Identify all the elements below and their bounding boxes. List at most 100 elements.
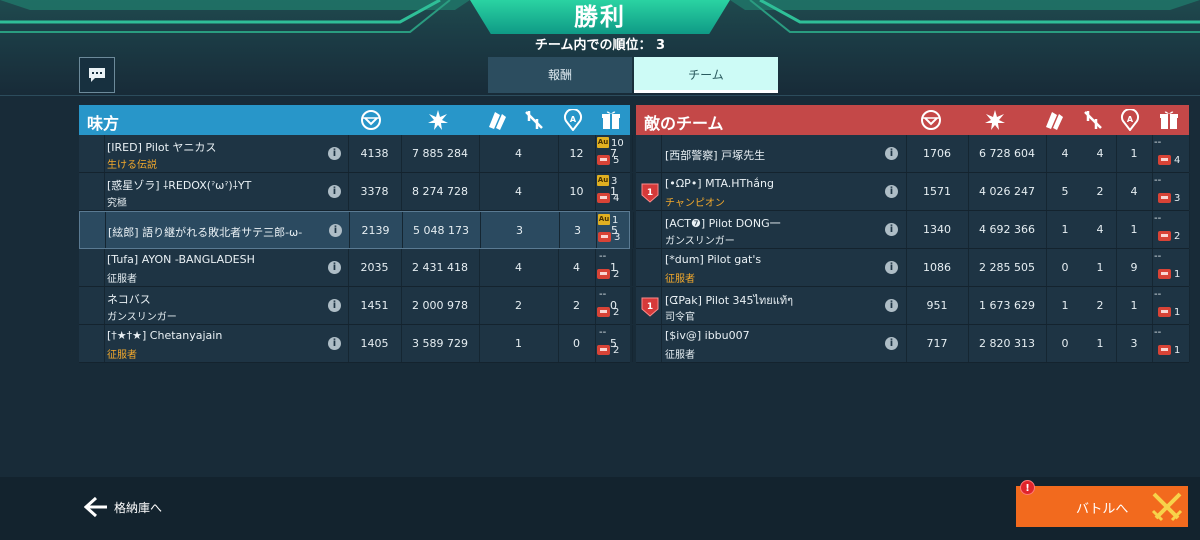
player-row[interactable]: [絃郎] 語り継がれる敗北者サテ三郎-ω-i 2139 5 048 173 3 3 5 Au… xyxy=(79,211,671,249)
reward-top: Au 10 xyxy=(597,137,624,149)
column-divider xyxy=(632,287,633,324)
player-row[interactable]: [†★†★] Chetanyajain 征服者 i 1405 3 589 729 1 0 5-… xyxy=(79,325,670,363)
reward-key-value: 5 xyxy=(613,155,620,166)
player-row[interactable]: [$iv@] ibbu007 征服者 i 717 2 820 313 0 1 3 -- 1 xyxy=(636,325,1190,363)
back-to-hangar-label: 格納庫へ xyxy=(114,500,163,515)
enemy-team-header: 敵のチーム A xyxy=(636,105,1189,135)
stat-captures: 3 xyxy=(1130,337,1138,350)
info-icon[interactable]: i xyxy=(328,299,341,312)
assists-icon xyxy=(1082,109,1104,131)
header: 勝利 チーム内での順位： 3 報酬 チーム xyxy=(0,0,1200,96)
reward-bottom: 1 xyxy=(1158,345,1180,356)
player-row[interactable]: ネコバス ガンスリンガー i 1451 2 000 978 2 2 0 -- 2 xyxy=(79,287,670,325)
player-row[interactable]: [*dum] Pilot gat's 征服者 i 1086 2 285 505 0 1 9 --… xyxy=(636,249,1190,287)
column-divider xyxy=(104,325,105,362)
column-divider xyxy=(104,135,105,172)
player-title: 征服者 xyxy=(107,274,137,285)
arrow-left-icon xyxy=(84,496,107,518)
info-icon[interactable]: i xyxy=(329,224,342,237)
player-row[interactable]: [西部警察] 戸塚先生 i 1706 6 728 604 4 4 1 -- 4 xyxy=(636,135,1190,173)
reward-top: Au 3 xyxy=(597,175,617,187)
player-title: 究極 xyxy=(107,198,127,209)
stat-rating: 1340 xyxy=(923,223,951,236)
stat-damage: 3 589 729 xyxy=(412,337,468,350)
stat-assists: 4 xyxy=(1096,223,1104,236)
column-divider xyxy=(1152,211,1153,248)
column-divider xyxy=(104,287,105,324)
stat-kills: 5 xyxy=(1061,185,1069,198)
column-divider xyxy=(104,173,105,210)
stat-rating: 4138 xyxy=(360,147,389,160)
stat-assists: 2 xyxy=(1096,299,1104,312)
reward-gold-value: -- xyxy=(1154,327,1162,338)
ally-team-header: 味方 A xyxy=(79,105,630,135)
stat-captures: 1 xyxy=(1130,147,1138,160)
stat-damage: 8 274 728 xyxy=(412,185,468,198)
player-row[interactable]: 1 [ᗧPak] Pilot 345ไทยแท้ๆ 司令官 i 951 1 673 629… xyxy=(636,287,1190,325)
player-row[interactable]: [ACT❼] Pilot DONG一 ガンスリンガー i 1340 4 692 366 1… xyxy=(636,211,1190,249)
column-divider xyxy=(104,249,105,286)
gold-icon: Au xyxy=(597,137,609,148)
info-icon[interactable]: i xyxy=(885,185,898,198)
ally-team-panel: 味方 A [IRED] Pilot ヤニカス 生ける伝説 i 4138 7 885 28… xyxy=(79,105,671,363)
tab-team[interactable]: チーム xyxy=(634,57,778,93)
enemy-team-panel: 敵のチーム A [西部警察] 戸塚先生 i 1706 6 728 604 4 4 1 -- 4 1… xyxy=(636,105,1190,363)
reward-gold-value: -- xyxy=(599,327,607,338)
reward-bottom: 2 xyxy=(597,307,619,318)
info-icon[interactable]: i xyxy=(885,337,898,350)
chat-button[interactable] xyxy=(79,57,115,93)
player-row[interactable]: [IRED] Pilot ヤニカス 生ける伝説 i 4138 7 885 284 4 12 7… xyxy=(79,135,670,173)
stat-kills: 4 xyxy=(515,185,522,198)
player-row[interactable]: [Tufa] AYON -BANGLADESH 征服者 i 2035 2 431 418… xyxy=(79,249,670,287)
info-icon[interactable]: i xyxy=(885,147,898,160)
gift-icon xyxy=(1158,109,1180,131)
to-battle-button[interactable]: バトルへ xyxy=(1016,486,1188,527)
reward-bottom: 4 xyxy=(1158,155,1180,166)
reward-bottom: 5 xyxy=(597,155,619,166)
capture-icon: A xyxy=(1119,109,1141,131)
reward-top: -- xyxy=(1154,289,1161,300)
stat-damage: 4 692 366 xyxy=(979,223,1035,236)
player-name: ネコバス xyxy=(107,293,151,306)
enemy-player-list: [西部警察] 戸塚先生 i 1706 6 728 604 4 4 1 -- 4 1 [•ΩP•] M… xyxy=(636,135,1190,363)
player-row[interactable]: 1 [•ΩP•] MTA.HThắng チャンピオン i 1571 4 026 247 5 2… xyxy=(636,173,1190,211)
back-to-hangar-button[interactable]: 格納庫へ xyxy=(84,495,162,519)
key-icon xyxy=(597,155,610,165)
stat-assists: 12 xyxy=(569,147,584,160)
info-icon[interactable]: i xyxy=(328,337,341,350)
stat-kills: 1 xyxy=(1061,299,1069,312)
stat-kills: 0 xyxy=(1061,261,1069,274)
info-icon[interactable]: i xyxy=(328,261,341,274)
player-title: 征服者 xyxy=(665,350,695,361)
player-row[interactable]: [惑星ゾラ] ⸸REDOX(ˀωˀ)⸸YT 究極 i 3378 8 274 728 4 10… xyxy=(79,173,670,211)
column-divider xyxy=(1152,325,1153,362)
key-icon xyxy=(597,307,610,317)
key-icon xyxy=(597,193,610,203)
player-title: 征服者 xyxy=(665,274,695,285)
stat-damage: 5 048 173 xyxy=(413,224,469,237)
reward-key-value: 1 xyxy=(1174,345,1181,356)
player-name: [絃郎] 語り継がれる敗北者サテ三郎-ω- xyxy=(108,226,303,239)
player-title: 司令官 xyxy=(665,312,695,323)
column-divider xyxy=(661,287,662,324)
info-icon[interactable]: i xyxy=(328,185,341,198)
info-icon[interactable]: i xyxy=(885,223,898,236)
reward-top: -- xyxy=(1154,137,1161,148)
svg-text:1: 1 xyxy=(647,302,653,312)
info-icon[interactable]: i xyxy=(885,261,898,274)
info-icon[interactable]: i xyxy=(328,147,341,160)
reward-gold-value: 1 xyxy=(612,214,619,226)
player-title: 征服者 xyxy=(107,350,137,361)
tab-rewards[interactable]: 報酬 xyxy=(488,57,632,93)
reward-gold-value: -- xyxy=(1154,251,1162,262)
reward-gold-value: -- xyxy=(599,289,607,300)
info-icon[interactable]: i xyxy=(885,299,898,312)
stat-rating: 951 xyxy=(926,299,948,312)
team-rank: チーム内での順位： 3 xyxy=(0,34,1200,53)
svg-text:1: 1 xyxy=(647,188,653,198)
stat-kills: 4 xyxy=(1061,147,1069,160)
player-name: [Tufa] AYON -BANGLADESH xyxy=(107,253,255,266)
column-divider xyxy=(1189,211,1190,248)
reward-bottom: 1 xyxy=(1158,307,1180,318)
player-name: [IRED] Pilot ヤニカス xyxy=(107,141,217,154)
